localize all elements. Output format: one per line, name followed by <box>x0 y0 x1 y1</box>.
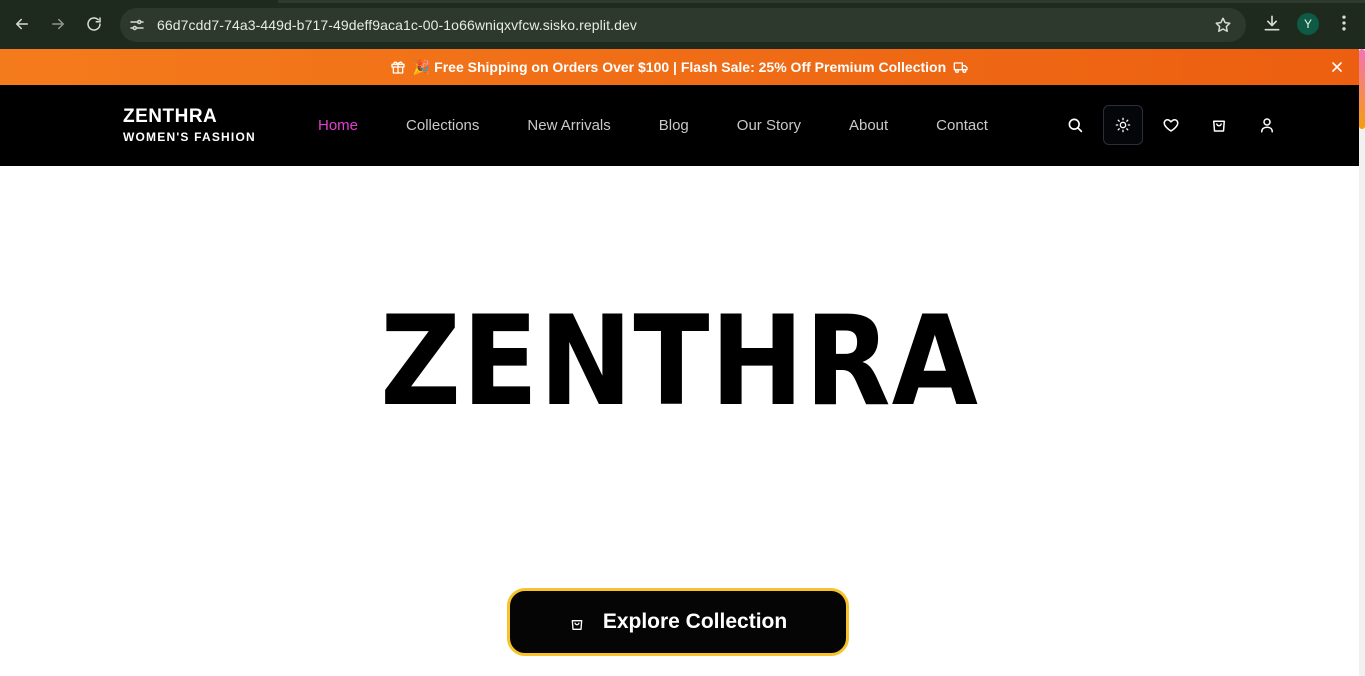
user-icon[interactable] <box>1258 116 1276 134</box>
promo-text: 🎉 Free Shipping on Orders Over $100 | Fl… <box>412 58 947 75</box>
brand-tagline: WOMEN'S FASHION <box>123 130 256 144</box>
profile-avatar[interactable]: Y <box>1297 13 1319 35</box>
kebab-menu-icon[interactable] <box>1334 13 1354 33</box>
hero-title: ZENTHRA <box>380 290 979 434</box>
explore-collection-button[interactable]: Explore Collection <box>507 588 849 656</box>
site-info-icon[interactable] <box>128 16 146 34</box>
scrollbar-thumb[interactable] <box>1359 49 1365 129</box>
truck-icon <box>953 59 969 75</box>
tab-strip <box>0 0 1365 3</box>
nav-blog[interactable]: Blog <box>659 117 689 134</box>
cta-label: Explore Collection <box>602 610 788 633</box>
theme-toggle-button[interactable] <box>1103 105 1143 145</box>
sun-icon <box>1115 117 1131 133</box>
brand-name: ZENTHRA <box>123 106 218 127</box>
nav-our-story[interactable]: Our Story <box>737 117 801 134</box>
nav-contact[interactable]: Contact <box>936 117 988 134</box>
nav-about[interactable]: About <box>849 117 888 134</box>
active-tab-indicator <box>0 0 278 3</box>
bookmark-star-icon[interactable] <box>1214 16 1232 34</box>
shopping-bag-icon <box>569 614 585 630</box>
address-bar[interactable]: 66d7cdd7-74a3-449d-b717-49deff9aca1c-00-… <box>120 8 1246 42</box>
heart-icon[interactable] <box>1162 116 1180 134</box>
nav-new-arrivals[interactable]: New Arrivals <box>527 117 610 134</box>
download-icon[interactable] <box>1262 13 1282 33</box>
nav-home[interactable]: Home <box>318 117 358 134</box>
back-arrow-icon[interactable] <box>9 11 35 37</box>
brand-logo[interactable]: ZENTHRA WOMEN'S FASHION <box>123 106 256 144</box>
browser-toolbar: 66d7cdd7-74a3-449d-b717-49deff9aca1c-00-… <box>0 0 1365 49</box>
search-icon[interactable] <box>1066 116 1084 134</box>
gift-icon <box>390 59 406 75</box>
forward-arrow-icon[interactable] <box>45 11 71 37</box>
reload-icon[interactable] <box>81 11 107 37</box>
page-scrollbar[interactable] <box>1359 49 1365 676</box>
url-text[interactable]: 66d7cdd7-74a3-449d-b717-49deff9aca1c-00-… <box>157 17 637 33</box>
close-icon[interactable] <box>1329 59 1345 75</box>
main-nav: Home Collections New Arrivals Blog Our S… <box>318 117 1036 134</box>
nav-collections[interactable]: Collections <box>406 117 479 134</box>
promo-banner: 🎉 Free Shipping on Orders Over $100 | Fl… <box>0 49 1359 85</box>
site-header: ZENTHRA WOMEN'S FASHION Home Collections… <box>0 85 1359 166</box>
shopping-bag-icon[interactable] <box>1210 116 1228 134</box>
